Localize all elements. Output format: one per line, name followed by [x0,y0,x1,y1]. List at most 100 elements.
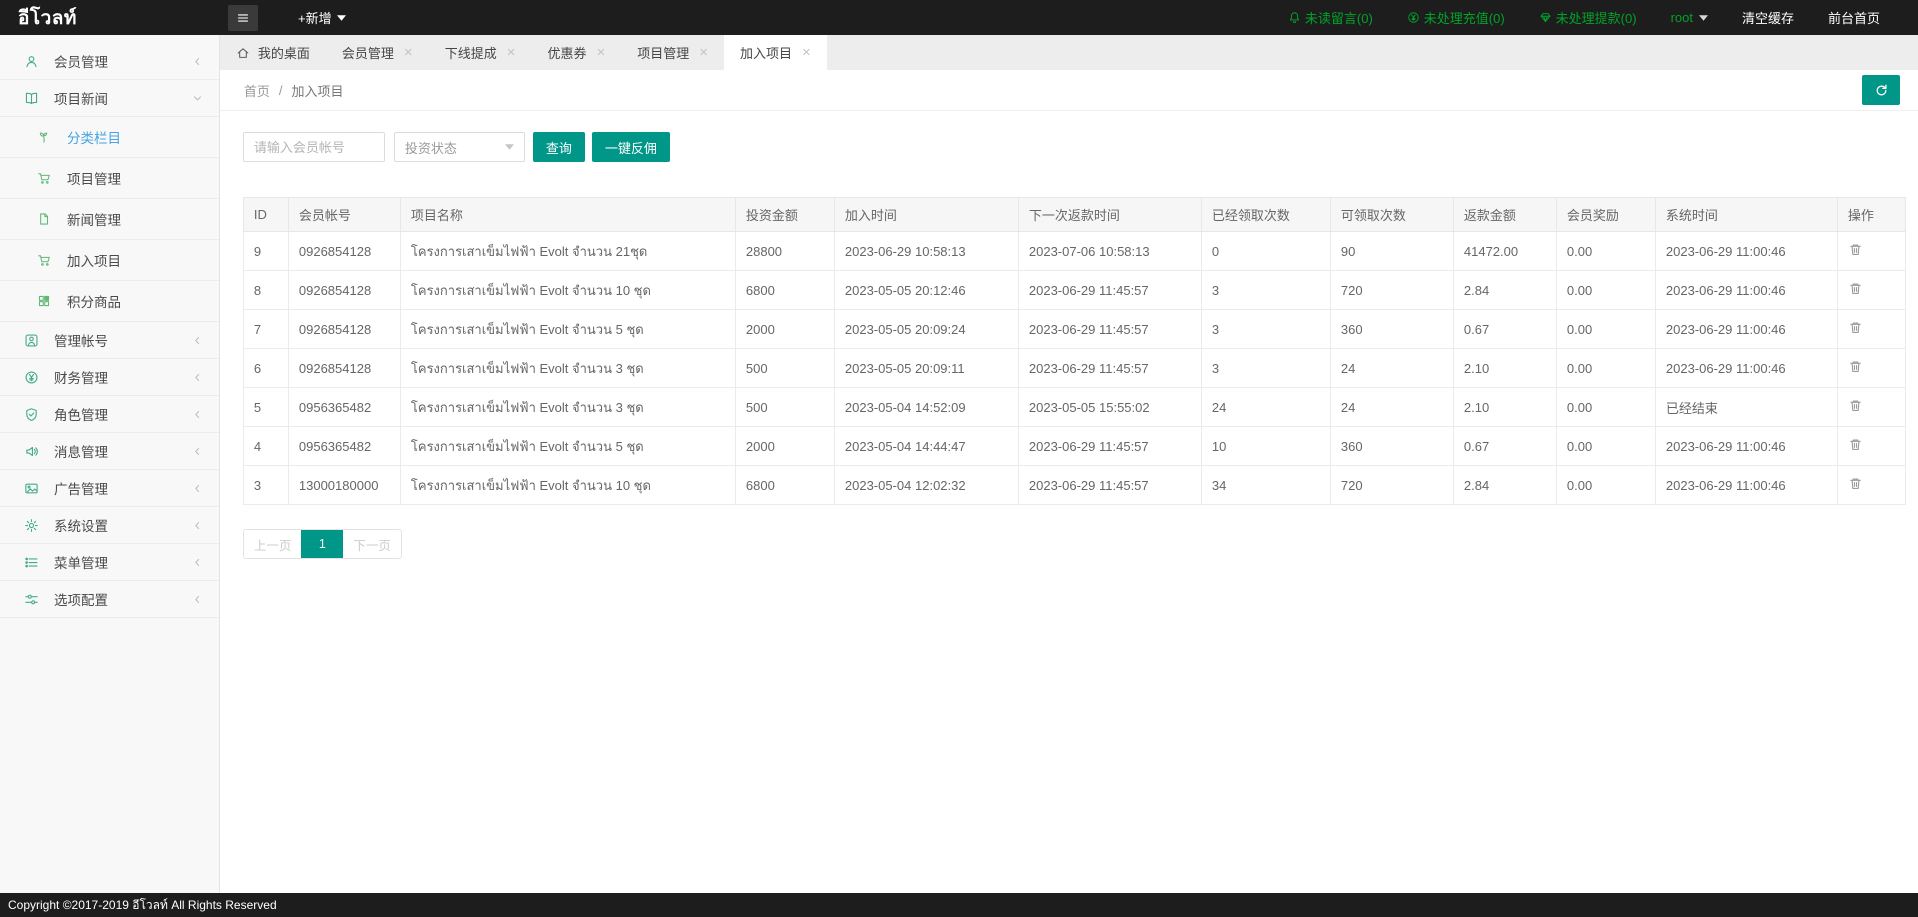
chevron-left-icon [192,446,203,457]
notification-gem[interactable]: 未处理提款(0) [1539,8,1637,27]
table-cell: 4 [243,427,288,466]
pagination-prev-button[interactable]: 上一页 [244,530,302,558]
app-root: อีโวลท์ +新增 未读留言(0) 未处理充值(0) 未处理提款(0) root… [0,0,1918,917]
caret-down-icon [337,15,346,21]
delete-row-button[interactable] [1848,437,1863,452]
sidebar-subitem-1-2[interactable]: 新闻管理 [0,199,219,240]
table-cell-actions [1837,271,1905,310]
sidebar-item-4[interactable]: 角色管理 [0,396,219,433]
sidebar-item-label: 管理帐号 [54,330,108,350]
notification-coin[interactable]: 未处理充值(0) [1407,8,1505,27]
tab-5[interactable]: 加入项目× [724,35,827,70]
chevron-left-icon [192,520,203,531]
add-new-dropdown[interactable]: +新增 [298,8,346,27]
clear-cache-button[interactable]: 清空缓存 [1742,8,1794,27]
sidebar-subitem-label: 加入项目 [67,250,121,270]
sidebar-item-5[interactable]: 消息管理 [0,433,219,470]
table-cell: 2023-06-29 11:45:57 [1018,310,1201,349]
sidebar-item-2[interactable]: 管理帐号 [0,322,219,359]
column-header: 加入时间 [834,198,1018,232]
tab-label: 项目管理 [637,43,689,62]
close-tab-icon[interactable]: × [802,45,811,60]
sidebar-item-7[interactable]: 系统设置 [0,507,219,544]
breadcrumb: 首页 / 加入项目 [244,81,344,100]
table-cell: 2023-05-05 20:09:11 [834,349,1018,388]
app-logo: อีโวลท์ [0,3,220,33]
table-cell: 5 [243,388,288,427]
table-cell: 7 [243,310,288,349]
tab-label: 我的桌面 [258,43,310,62]
close-tab-icon[interactable]: × [404,45,413,60]
table-cell: 已经结束 [1655,388,1837,427]
sidebar-item-1[interactable]: 项目新闻 [0,80,219,117]
username-label: root [1671,10,1693,25]
pagination-next-button[interactable]: 下一页 [343,530,401,558]
table-cell: 0.00 [1556,466,1655,505]
column-header: 会员奖励 [1556,198,1655,232]
sidebar-subitem-1-3[interactable]: 加入项目 [0,240,219,281]
refresh-button[interactable] [1862,75,1900,105]
front-home-link[interactable]: 前台首页 [1828,8,1880,27]
sidebar-item-8[interactable]: 菜单管理 [0,544,219,581]
footer-copyright: Copyright ©2017-2019 อีโวลท์ All Rights … [0,893,1918,917]
column-header: 可领取次数 [1330,198,1453,232]
sidebar-item-3[interactable]: 财务管理 [0,359,219,396]
tab-1[interactable]: 会员管理 × [326,35,429,70]
tab-label: 会员管理 [342,43,394,62]
chevron-down-icon [192,93,203,104]
table-cell: 360 [1330,427,1453,466]
tab-2[interactable]: 下线提成× [429,35,532,70]
delete-row-button[interactable] [1848,242,1863,257]
search-button[interactable]: 查询 [533,132,585,162]
user-icon [24,54,41,69]
sidebar-subitem-1-1[interactable]: 项目管理 [0,158,219,199]
delete-row-button[interactable] [1848,320,1863,335]
sidebar-item-0[interactable]: 会员管理 [0,43,219,80]
table-cell: 41472.00 [1453,232,1556,271]
table-cell: 2023-05-04 14:44:47 [834,427,1018,466]
member-account-input[interactable] [243,132,385,162]
pagination: 上一页 1 下一页 [243,529,402,559]
table-cell: 0.67 [1453,427,1556,466]
speaker-icon [24,444,41,459]
delete-row-button[interactable] [1848,359,1863,374]
file-icon [37,212,54,226]
delete-row-button[interactable] [1848,476,1863,491]
sidebar-item-label: 财务管理 [54,367,108,387]
close-tab-icon[interactable]: × [596,45,605,60]
table-row: 80926854128โครงการเสาเข็มไฟฟ้า Evolt จำน… [243,271,1905,310]
close-tab-icon[interactable]: × [699,45,708,60]
sidebar-toggle-button[interactable] [228,5,258,31]
table-cell: 500 [735,349,834,388]
user-menu[interactable]: root [1671,10,1708,25]
sidebar-item-9[interactable]: 选项配置 [0,581,219,618]
table-row: 70926854128โครงการเสาเข็มไฟฟ้า Evolt จำน… [243,310,1905,349]
sidebar-subitem-1-0[interactable]: 分类栏目 [0,117,219,158]
notification-bell[interactable]: 未读留言(0) [1288,8,1373,27]
invest-status-select[interactable]: 投资状态 [394,132,525,162]
grid-icon [37,294,54,308]
tab-4[interactable]: 项目管理 × [621,35,724,70]
table-cell: 2023-06-29 10:58:13 [834,232,1018,271]
tab-0[interactable]: 我的桌面 [220,35,326,70]
table-cell: 90 [1330,232,1453,271]
table-cell: 3 [1201,349,1330,388]
pagination-page-1[interactable]: 1 [301,530,343,558]
sidebar-item-6[interactable]: 广告管理 [0,470,219,507]
tab-3[interactable]: 优惠券× [531,35,621,70]
table-row: 60926854128โครงการเสาเข็มไฟฟ้า Evolt จำน… [243,349,1905,388]
delete-row-button[interactable] [1848,398,1863,413]
chevron-left-icon [192,372,203,383]
notification-label: 未处理提款(0) [1556,8,1637,27]
chevron-left-icon [192,483,203,494]
breadcrumb-home-link[interactable]: 首页 [244,81,270,100]
close-tab-icon[interactable]: × [507,45,516,60]
sidebar-subitem-1-4[interactable]: 积分商品 [0,281,219,322]
column-header: 投资金额 [735,198,834,232]
one-key-rebate-button[interactable]: 一键反佣 [592,132,670,162]
tree-icon [37,130,54,144]
table-row: 40956365482โครงการเสาเข็มไฟฟ้า Evolt จำน… [243,427,1905,466]
table-cell: 0.00 [1556,388,1655,427]
column-header: 项目名称 [400,198,735,232]
delete-row-button[interactable] [1848,281,1863,296]
